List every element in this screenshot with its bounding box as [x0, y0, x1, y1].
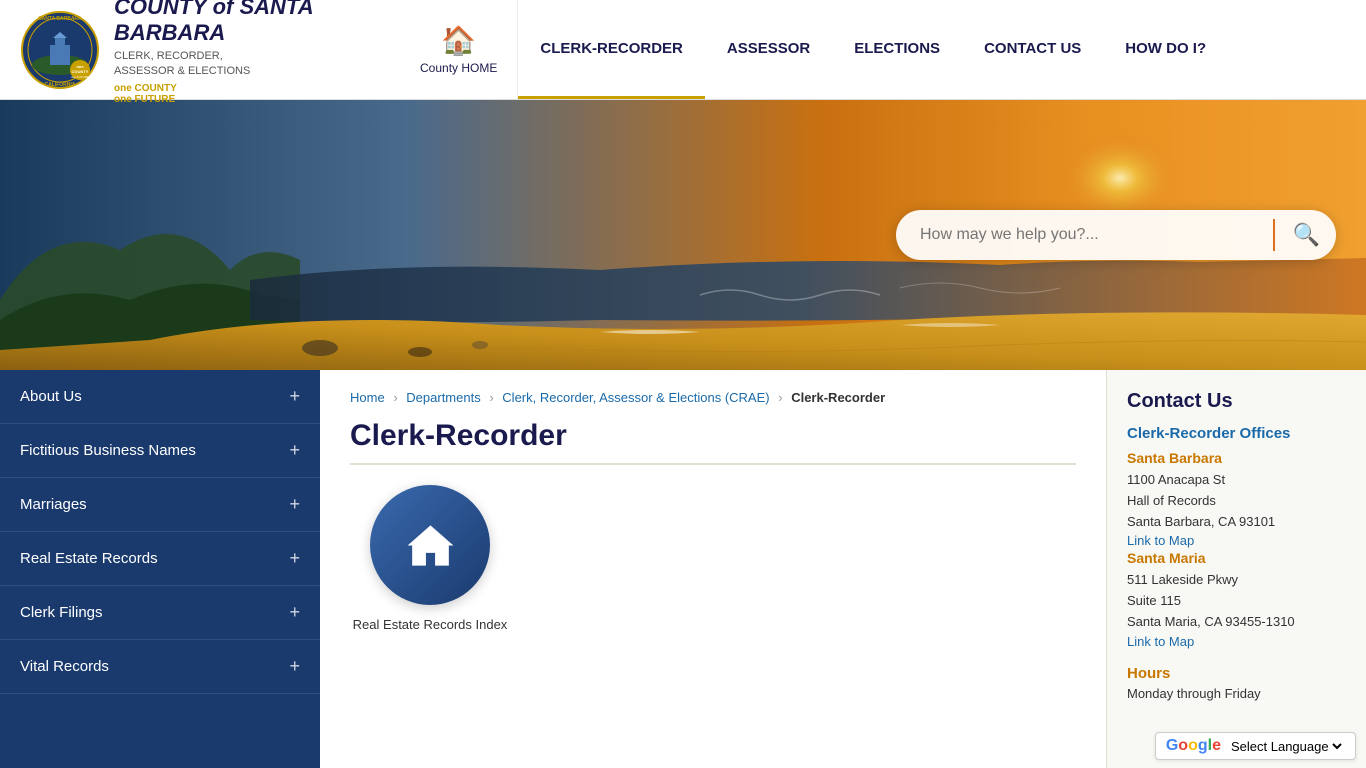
- breadcrumb-sep-3: ›: [778, 390, 782, 405]
- icon-card-real-estate[interactable]: Real Estate Records Index: [350, 485, 510, 634]
- contact-sidebar: Contact Us Clerk-Recorder Offices Santa …: [1106, 370, 1366, 768]
- map-link-sb[interactable]: Link to Map: [1127, 533, 1194, 548]
- search-button[interactable]: 🔍: [1285, 218, 1328, 252]
- search-divider: [1273, 219, 1275, 251]
- department-subtitle: CLERK, RECORDER, ASSESSOR & ELECTIONS: [114, 49, 380, 80]
- hero-section: 🔍: [0, 100, 1366, 370]
- breadcrumb: Home › Departments › Clerk, Recorder, As…: [350, 390, 1076, 405]
- expand-icon: +: [289, 386, 300, 407]
- contact-offices-title: Clerk-Recorder Offices: [1127, 425, 1346, 442]
- svg-text:CALIFORNIA: CALIFORNIA: [45, 82, 76, 88]
- breadcrumb-sep-2: ›: [489, 390, 493, 405]
- office-name-sb: Santa Barbara: [1127, 450, 1346, 466]
- nav-clerk-recorder[interactable]: CLERK-RECORDER: [518, 0, 705, 99]
- expand-icon: +: [289, 440, 300, 461]
- sidebar-item-fictitious-business-names[interactable]: Fictitious Business Names +: [0, 424, 320, 478]
- county-name: COUNTY of SANTA BARBARA: [114, 0, 380, 47]
- header-title-block: COUNTY of SANTA BARBARA CLERK, RECORDER,…: [114, 0, 380, 105]
- sidebar-item-vital-records[interactable]: Vital Records +: [0, 640, 320, 694]
- page-content: Home › Departments › Clerk, Recorder, As…: [320, 370, 1106, 768]
- expand-icon: +: [289, 656, 300, 677]
- search-icon: 🔍: [1293, 222, 1320, 247]
- contact-hours: Hours Monday through Friday: [1127, 665, 1346, 701]
- office-address-sm: 511 Lakeside Pkwy Suite 115 Santa Maria,…: [1127, 570, 1346, 632]
- sidebar-item-marriages[interactable]: Marriages +: [0, 478, 320, 532]
- office-name-sm: Santa Maria: [1127, 550, 1346, 566]
- breadcrumb-sep-1: ›: [393, 390, 397, 405]
- sidebar: About Us + Fictitious Business Names + M…: [0, 370, 320, 768]
- brand-area: CALIFORNIA SANTA BARBARA one COUNTY one …: [0, 0, 400, 99]
- breadcrumb-home[interactable]: Home: [350, 390, 385, 405]
- contact-office-santa-maria: Santa Maria 511 Lakeside Pkwy Suite 115 …: [1127, 550, 1346, 650]
- search-bar: 🔍: [896, 210, 1336, 260]
- nav-assessor[interactable]: ASSESSOR: [705, 0, 832, 99]
- search-input[interactable]: [920, 226, 1263, 244]
- language-select[interactable]: Select Language Spanish French Chinese: [1227, 738, 1345, 755]
- expand-icon: +: [289, 602, 300, 623]
- tagline: one COUNTY one FUTURE: [114, 83, 380, 105]
- nav-how-do-i[interactable]: HOW DO I?: [1103, 0, 1228, 99]
- office-address-sb: 1100 Anacapa St Hall of Records Santa Ba…: [1127, 470, 1346, 532]
- breadcrumb-departments[interactable]: Departments: [406, 390, 480, 405]
- nav-contact-us[interactable]: CONTACT US: [962, 0, 1103, 99]
- hours-title: Hours: [1127, 665, 1346, 682]
- expand-icon: +: [289, 548, 300, 569]
- sidebar-item-clerk-filings[interactable]: Clerk Filings +: [0, 586, 320, 640]
- content-icons: Real Estate Records Index: [350, 485, 1076, 634]
- nav-elections[interactable]: ELECTIONS: [832, 0, 962, 99]
- page-title: Clerk-Recorder: [350, 419, 1076, 465]
- contact-title: Contact Us: [1127, 390, 1346, 413]
- expand-icon: +: [289, 494, 300, 515]
- county-seal: CALIFORNIA SANTA BARBARA one COUNTY one …: [20, 10, 100, 90]
- contact-office-santa-barbara: Santa Barbara 1100 Anacapa St Hall of Re…: [1127, 450, 1346, 550]
- nav-county-home[interactable]: 🏠 County HOME: [400, 0, 518, 99]
- google-translate-widget[interactable]: Google Select Language Spanish French Ch…: [1155, 732, 1356, 760]
- icon-circle: [370, 485, 490, 605]
- map-link-sm[interactable]: Link to Map: [1127, 634, 1194, 649]
- breadcrumb-current: Clerk-Recorder: [791, 390, 885, 405]
- sidebar-item-about-us[interactable]: About Us +: [0, 370, 320, 424]
- house-icon: [403, 518, 458, 573]
- svg-text:COUNTY: COUNTY: [72, 69, 89, 74]
- main-content: About Us + Fictitious Business Names + M…: [0, 370, 1366, 768]
- google-icon: Google: [1166, 737, 1221, 755]
- hours-text: Monday through Friday: [1127, 686, 1346, 701]
- svg-text:one FUTURE: one FUTURE: [71, 75, 89, 79]
- icon-card-label: Real Estate Records Index: [353, 617, 508, 634]
- main-nav: 🏠 County HOME CLERK-RECORDER ASSESSOR EL…: [400, 0, 1366, 99]
- breadcrumb-crae[interactable]: Clerk, Recorder, Assessor & Elections (C…: [502, 390, 769, 405]
- svg-text:SANTA BARBARA: SANTA BARBARA: [38, 16, 82, 22]
- sidebar-item-real-estate-records[interactable]: Real Estate Records +: [0, 532, 320, 586]
- home-icon: 🏠: [441, 24, 476, 57]
- nav-items: CLERK-RECORDER ASSESSOR ELECTIONS CONTAC…: [518, 0, 1366, 99]
- site-header: CALIFORNIA SANTA BARBARA one COUNTY one …: [0, 0, 1366, 100]
